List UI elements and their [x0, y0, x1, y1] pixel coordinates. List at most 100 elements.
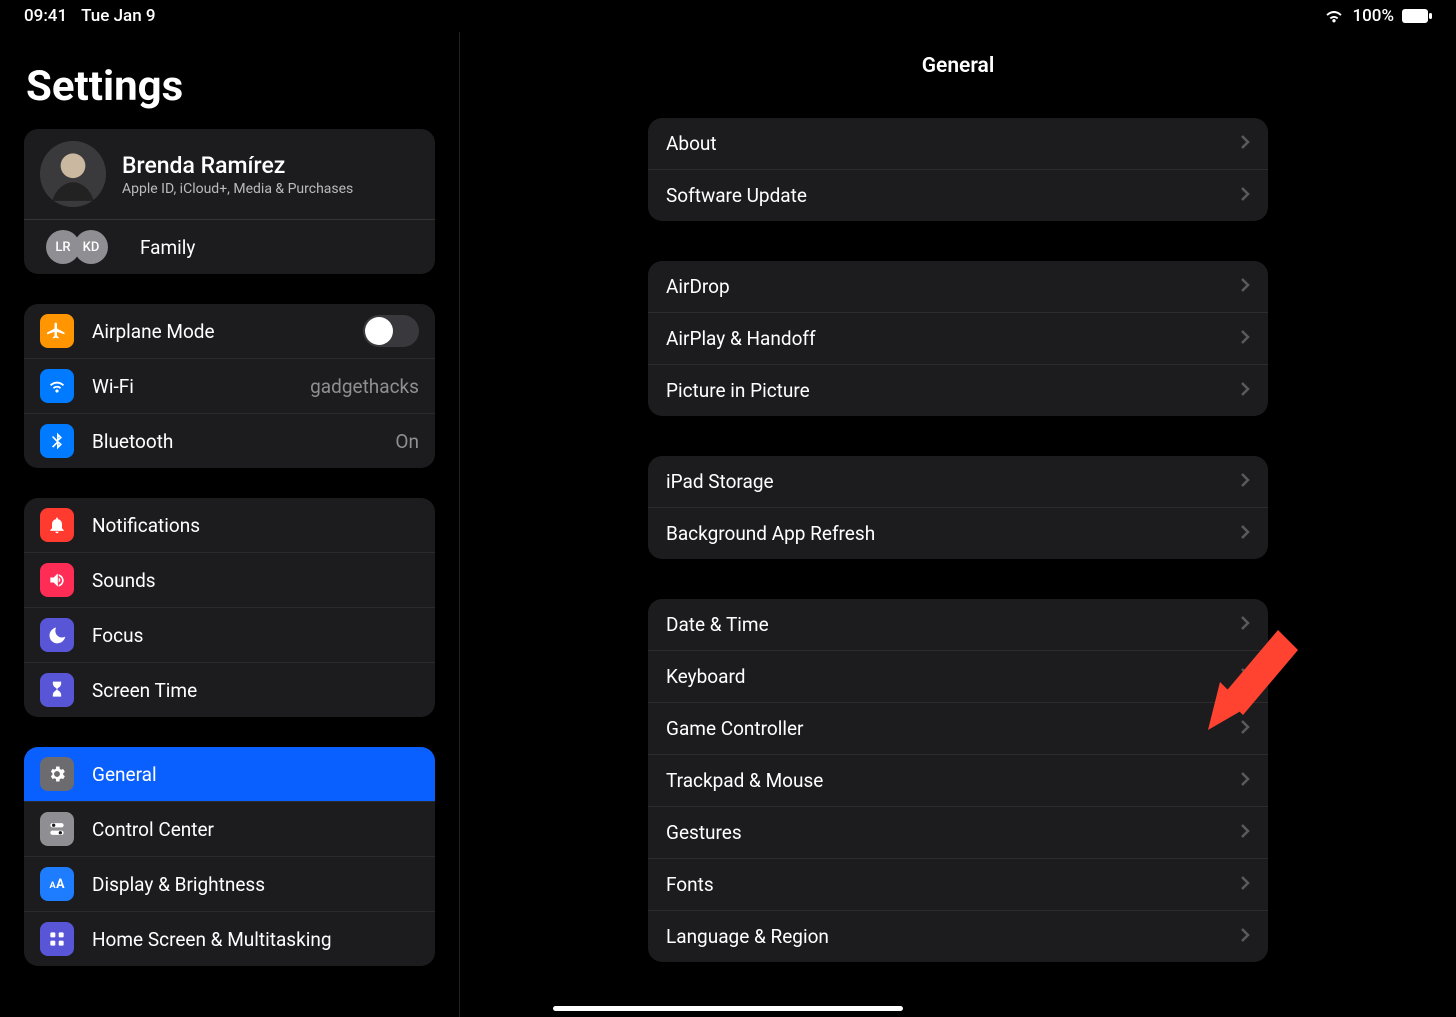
row-label: Gestures	[666, 821, 742, 844]
focus-row[interactable]: Focus	[24, 607, 435, 662]
chevron-right-icon	[1240, 470, 1250, 493]
homescreen-row[interactable]: Home Screen & Multitasking	[24, 911, 435, 966]
row-ipad-storage[interactable]: iPad Storage	[648, 456, 1268, 507]
status-bar: 09:41 Tue Jan 9 100%	[0, 0, 1456, 32]
wifi-icon	[1324, 9, 1344, 23]
chevron-right-icon	[1240, 379, 1250, 402]
text-size-icon: AA	[40, 867, 74, 901]
chevron-right-icon	[1240, 132, 1250, 155]
row-background-app-refresh[interactable]: Background App Refresh	[648, 507, 1268, 559]
content-title: General	[460, 32, 1456, 118]
chevron-right-icon	[1240, 275, 1250, 298]
device-group: General Control Center AA Display & Brig…	[24, 747, 435, 966]
row-date-time[interactable]: Date & Time	[648, 599, 1268, 650]
airplane-icon	[40, 314, 74, 348]
row-label: iPad Storage	[666, 470, 774, 493]
row-airplay-handoff[interactable]: AirPlay & Handoff	[648, 312, 1268, 364]
screentime-row[interactable]: Screen Time	[24, 662, 435, 717]
display-label: Display & Brightness	[92, 873, 419, 896]
settings-sidebar: Settings Brenda Ramírez Apple ID, iCloud…	[0, 32, 460, 1017]
row-label: Background App Refresh	[666, 522, 875, 545]
row-trackpad-mouse[interactable]: Trackpad & Mouse	[648, 754, 1268, 806]
content-group-3: Date & Time Keyboard Game Controller Trackp…	[648, 599, 1268, 962]
row-label: Picture in Picture	[666, 379, 810, 402]
row-label: About	[666, 132, 717, 155]
page-title: Settings	[24, 62, 435, 111]
status-time: 09:41	[24, 6, 67, 26]
row-airdrop[interactable]: AirDrop	[648, 261, 1268, 312]
row-label: Keyboard	[666, 665, 745, 688]
general-row[interactable]: General	[24, 747, 435, 801]
row-label: Fonts	[666, 873, 714, 896]
apple-id-row[interactable]: Brenda Ramírez Apple ID, iCloud+, Media …	[24, 129, 435, 219]
airplane-toggle[interactable]	[363, 315, 419, 347]
attention-group: Notifications Sounds Focus Screen Time	[24, 498, 435, 717]
row-language-region[interactable]: Language & Region	[648, 910, 1268, 962]
control-center-row[interactable]: Control Center	[24, 801, 435, 856]
svg-text:A: A	[56, 877, 65, 892]
display-row[interactable]: AA Display & Brightness	[24, 856, 435, 911]
profile-card: Brenda Ramírez Apple ID, iCloud+, Media …	[24, 129, 435, 274]
chevron-right-icon	[1240, 821, 1250, 844]
row-label: Game Controller	[666, 717, 803, 740]
notifications-row[interactable]: Notifications	[24, 498, 435, 552]
general-label: General	[92, 763, 419, 786]
row-gestures[interactable]: Gestures	[648, 806, 1268, 858]
bluetooth-icon	[40, 424, 74, 458]
chevron-right-icon	[1240, 769, 1250, 792]
chevron-right-icon	[1240, 717, 1250, 740]
row-label: AirDrop	[666, 275, 730, 298]
connectivity-group: Airplane Mode Wi-Fi gadgethacks Bluetoot…	[24, 304, 435, 468]
row-label: Trackpad & Mouse	[666, 769, 823, 792]
wifi-label: Wi-Fi	[92, 375, 292, 398]
row-fonts[interactable]: Fonts	[648, 858, 1268, 910]
airplane-label: Airplane Mode	[92, 320, 345, 343]
bluetooth-row[interactable]: Bluetooth On	[24, 413, 435, 468]
grid-icon	[40, 922, 74, 956]
chevron-right-icon	[1240, 327, 1250, 350]
screentime-label: Screen Time	[92, 679, 419, 702]
family-row[interactable]: LR KD Family	[24, 219, 435, 274]
family-label: Family	[140, 236, 195, 259]
toggles-icon	[40, 812, 74, 846]
content-pane: General About Software Update AirDrop AirPl…	[460, 32, 1456, 1017]
bluetooth-label: Bluetooth	[92, 430, 377, 453]
row-label: AirPlay & Handoff	[666, 327, 816, 350]
row-picture-in-picture[interactable]: Picture in Picture	[648, 364, 1268, 416]
status-date: Tue Jan 9	[81, 6, 155, 26]
content-group-1: AirDrop AirPlay & Handoff Picture in Pictu…	[648, 261, 1268, 416]
chevron-right-icon	[1240, 184, 1250, 207]
speaker-icon	[40, 563, 74, 597]
profile-sub: Apple ID, iCloud+, Media & Purchases	[122, 181, 353, 197]
content-group-2: iPad Storage Background App Refresh	[648, 456, 1268, 559]
sounds-label: Sounds	[92, 569, 419, 592]
control-center-label: Control Center	[92, 818, 419, 841]
notifications-label: Notifications	[92, 514, 419, 537]
airplane-mode-row[interactable]: Airplane Mode	[24, 304, 435, 358]
sounds-row[interactable]: Sounds	[24, 552, 435, 607]
bell-icon	[40, 508, 74, 542]
row-keyboard[interactable]: Keyboard	[648, 650, 1268, 702]
chevron-right-icon	[1240, 613, 1250, 636]
chevron-right-icon	[1240, 522, 1250, 545]
chevron-right-icon	[1240, 873, 1250, 896]
row-about[interactable]: About	[648, 118, 1268, 169]
avatar	[40, 141, 106, 207]
family-avatar-2: KD	[74, 230, 108, 264]
bluetooth-value: On	[395, 430, 419, 453]
battery-icon	[1402, 9, 1432, 23]
wifi-menu-icon	[40, 369, 74, 403]
hourglass-icon	[40, 673, 74, 707]
moon-icon	[40, 618, 74, 652]
gear-icon	[40, 757, 74, 791]
focus-label: Focus	[92, 624, 419, 647]
row-label: Language & Region	[666, 925, 829, 948]
battery-percent: 100%	[1352, 6, 1394, 26]
profile-name: Brenda Ramírez	[122, 152, 353, 179]
chevron-right-icon	[1240, 665, 1250, 688]
row-label: Software Update	[666, 184, 807, 207]
row-software-update[interactable]: Software Update	[648, 169, 1268, 221]
wifi-row[interactable]: Wi-Fi gadgethacks	[24, 358, 435, 413]
row-game-controller[interactable]: Game Controller	[648, 702, 1268, 754]
content-group-0: About Software Update	[648, 118, 1268, 221]
